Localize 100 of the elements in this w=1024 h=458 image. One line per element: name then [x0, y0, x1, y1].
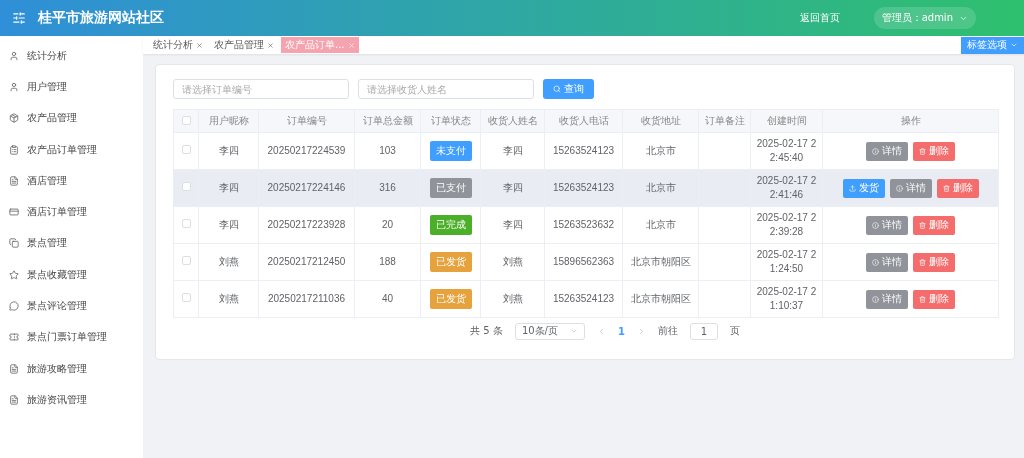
- row-checkbox[interactable]: [181, 219, 191, 228]
- trash-icon: [919, 258, 926, 266]
- status-tag: 已完成: [429, 215, 472, 235]
- table-cell: 188: [379, 256, 396, 267]
- trash-icon: [919, 147, 926, 155]
- sidebar-item[interactable]: 农产品管理: [0, 102, 143, 134]
- info-icon: [872, 147, 879, 155]
- upload-icon: [848, 184, 856, 192]
- status-tag: 未支付: [429, 141, 472, 161]
- star-icon: [9, 269, 19, 280]
- sidebar-item[interactable]: 用户管理: [0, 71, 143, 103]
- row-checkbox[interactable]: [181, 256, 191, 265]
- document-icon: [9, 175, 19, 186]
- copy-icon: [9, 238, 19, 249]
- box-icon: [9, 113, 19, 124]
- trash-icon: [919, 295, 926, 303]
- info-icon: [872, 221, 879, 229]
- sidebar-item[interactable]: 酒店订单管理: [0, 196, 143, 228]
- table-cell: 20250217224539: [267, 145, 346, 156]
- page-jump-field[interactable]: 1: [689, 322, 718, 340]
- table-cell: 15263523632: [552, 219, 615, 230]
- column-header: 创建时间: [750, 109, 823, 133]
- document-icon: [9, 363, 19, 374]
- table-cell: 北京市朝阳区: [630, 256, 691, 267]
- table-cell: 15896562363: [552, 256, 615, 267]
- table-row[interactable]: 李四 20250217224539 103 未支付 李四 15263524123 北京市 2025-02-17 2 2:45:40 详情 删除: [173, 132, 999, 170]
- column-header: 收货人电话: [544, 109, 623, 133]
- info-icon: [872, 258, 879, 266]
- table-cell: 2025-02-17 2 1:10:37: [756, 286, 817, 311]
- table-row[interactable]: 刘燕 20250217211036 40 已发货 刘燕 15263524123 北京市朝阳区 2025-02-17 2 1:10:37 详情 删除: [173, 280, 999, 318]
- receiver-name-field[interactable]: 请选择收货人姓名: [358, 79, 534, 99]
- table-cell: 北京市朝阳区: [630, 293, 691, 304]
- table-cell: 316: [379, 182, 396, 193]
- goto-label: 前往: [657, 324, 678, 338]
- trash-icon: [919, 221, 926, 229]
- speech-bubble-icon: [9, 301, 19, 311]
- table-cell: 李四: [218, 145, 239, 156]
- table-cell: 李四: [218, 182, 239, 193]
- user-icon: [9, 50, 19, 61]
- table-cell: 103: [379, 145, 396, 156]
- row-checkbox[interactable]: [181, 182, 191, 191]
- page-suffix: 页: [729, 324, 740, 338]
- table-row[interactable]: 刘燕 20250217212450 188 已发货 刘燕 15896562363 北京市朝阳区 2025-02-17 2 1:24:50 详情 删除: [173, 243, 999, 281]
- info-icon: [895, 184, 903, 192]
- sidebar-item[interactable]: 景点管理: [0, 227, 143, 260]
- info-icon: [872, 295, 879, 303]
- table-row[interactable]: 李四 20250217224146 316 已支付 李四 15263524123 北京市 2025-02-17 2 2:41:46 发货 详情 删除: [173, 169, 999, 207]
- close-icon[interactable]: [267, 41, 274, 49]
- sidebar-item[interactable]: 景点评论管理: [0, 290, 143, 322]
- sidebar-item[interactable]: 旅游资讯管理: [0, 384, 143, 416]
- table-cell: 20: [381, 219, 394, 230]
- user-icon: [9, 81, 19, 92]
- row-checkbox[interactable]: [181, 293, 191, 302]
- order-number-field[interactable]: 请选择订单编号: [173, 79, 349, 99]
- table-cell: 15263524123: [552, 145, 615, 156]
- table-cell: 刘燕: [502, 256, 523, 267]
- column-header: 收货地址: [622, 109, 699, 133]
- select-all-checkbox[interactable]: [181, 115, 191, 125]
- column-header: 订单编号: [258, 109, 355, 133]
- column-header: 用户昵称: [198, 109, 259, 133]
- table-cell: 15263524123: [552, 182, 615, 193]
- sidebar-item[interactable]: 景点收藏管理: [0, 259, 143, 291]
- close-icon[interactable]: [196, 41, 203, 49]
- table-cell: 刘燕: [218, 293, 239, 304]
- table-cell: 李四: [502, 182, 523, 193]
- sidebar-item[interactable]: 统计分析: [0, 40, 143, 72]
- table-cell: 2025-02-17 2 1:24:50: [756, 249, 817, 274]
- table-cell: 北京市: [645, 182, 676, 193]
- table-cell: 刘燕: [218, 256, 239, 267]
- column-header: 订单状态: [420, 109, 481, 133]
- table-cell: 2025-02-17 2 2:39:28: [756, 212, 817, 237]
- table-cell: 刘燕: [502, 293, 523, 304]
- sidebar-item[interactable]: 景点门票订单管理: [0, 321, 143, 353]
- table-cell: 2025-02-17 2 2:45:40: [756, 138, 817, 163]
- ticket-icon: [9, 332, 19, 343]
- table-cell: 20250217211036: [267, 293, 346, 304]
- table-cell: 40: [381, 293, 394, 304]
- sidebar-item[interactable]: 酒店管理: [0, 165, 143, 197]
- total-count: 共 5 条: [470, 324, 503, 338]
- search-icon: [553, 85, 561, 93]
- document-icon: [9, 394, 19, 405]
- table-cell: 2025-02-17 2 2:41:46: [756, 175, 817, 200]
- table-row[interactable]: 李四 20250217223928 20 已完成 李四 15263523632 北京市 2025-02-17 2 2:39:28 详情 删除: [173, 206, 999, 244]
- card-icon: [9, 207, 19, 218]
- status-tag: 已发货: [429, 252, 472, 272]
- column-header: 操作: [822, 109, 999, 133]
- page-size-select[interactable]: 10条/页: [514, 322, 585, 340]
- sidebar-item[interactable]: 农产品订单管理: [0, 133, 143, 166]
- table-cell: 北京市: [645, 145, 676, 156]
- sidebar-item[interactable]: 旅游攻略管理: [0, 352, 143, 385]
- caret-icon: [569, 327, 578, 335]
- table-cell: 20250217224146: [267, 182, 346, 193]
- trash-icon: [942, 184, 950, 192]
- column-header: 收货人姓名: [480, 109, 545, 133]
- column-header: 订单总金额: [354, 109, 421, 133]
- row-checkbox[interactable]: [181, 145, 191, 154]
- menu-icon[interactable]: [12, 11, 26, 25]
- column-header: 订单备注: [698, 109, 751, 133]
- table-cell: 李四: [502, 219, 523, 230]
- close-icon[interactable]: [347, 41, 355, 49]
